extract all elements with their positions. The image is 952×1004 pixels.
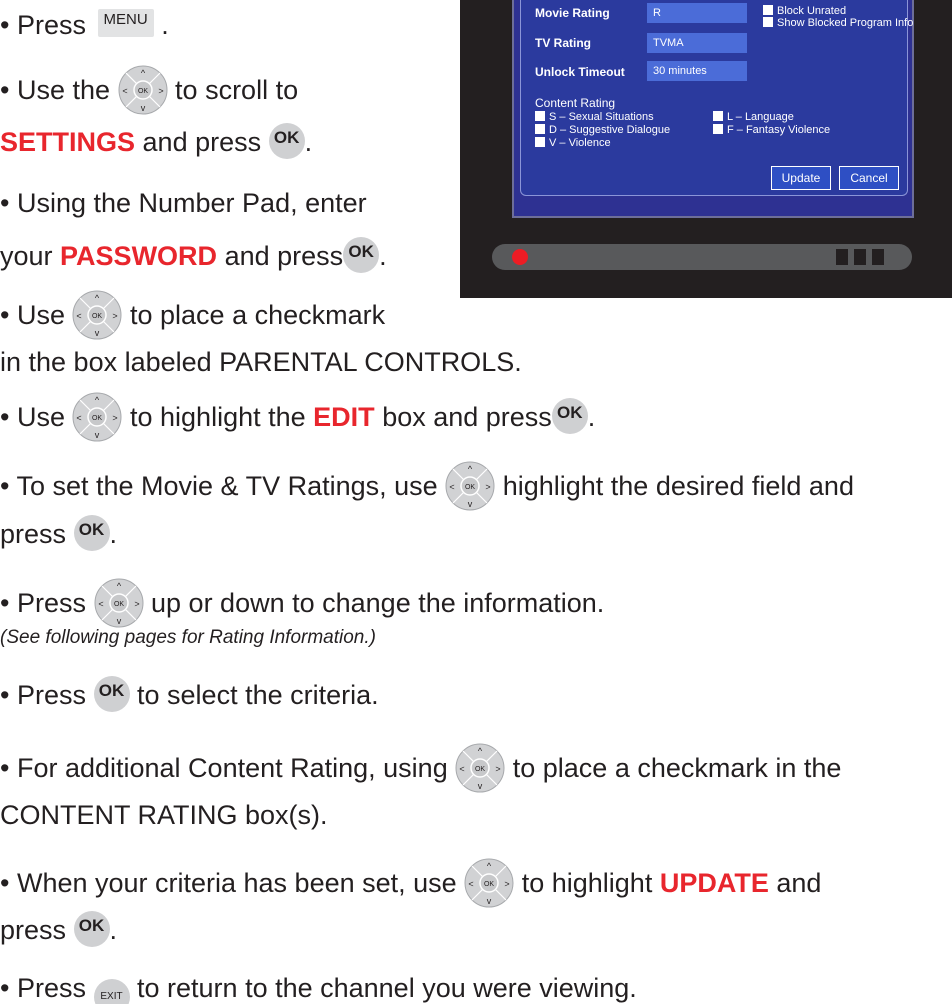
- svg-text:OK: OK: [92, 313, 102, 320]
- checkbox-icon: [535, 124, 545, 134]
- cancel-button[interactable]: Cancel: [839, 166, 899, 190]
- svg-text:OK: OK: [113, 601, 123, 608]
- svg-text:v: v: [95, 328, 100, 338]
- content-d-checkbox[interactable]: D – Suggestive Dialogue: [535, 124, 670, 136]
- svg-text:OK: OK: [137, 88, 147, 95]
- svg-text:>: >: [113, 311, 118, 321]
- svg-text:<: <: [77, 311, 82, 321]
- svg-text:v: v: [468, 499, 473, 509]
- step-password: your PASSWORD and press OK.: [0, 234, 387, 276]
- unlock-timeout-label: Unlock Timeout: [535, 65, 625, 79]
- tv-button-icon: [872, 249, 884, 265]
- step-update: • When your criteria has been set, use O…: [0, 858, 821, 908]
- show-blocked-info-checkbox[interactable]: Show Blocked Program Info: [763, 17, 913, 29]
- tv-rating-label: TV Rating: [535, 36, 591, 50]
- ok-button-icon: OK: [551, 398, 588, 435]
- svg-text:<: <: [98, 599, 103, 609]
- ok-button-icon: OK: [73, 515, 110, 551]
- menu-button-icon: MENU: [97, 9, 154, 37]
- tv-rating-field[interactable]: TVMA: [647, 33, 747, 53]
- step-press-menu: • Press MENU .: [0, 9, 169, 40]
- dpad-icon: OK ^ v < >: [455, 743, 505, 793]
- step-checkmark: • Use OK ^ v < > to place a checkmark: [0, 290, 385, 340]
- tv-screen: Movie Rating R TV Rating TVMA Unlock Tim…: [512, 0, 914, 218]
- dpad-icon: OK ^ v < >: [118, 65, 168, 115]
- checkbox-icon: [713, 111, 723, 121]
- tv-button-icon: [836, 249, 848, 265]
- svg-text:OK: OK: [484, 881, 494, 888]
- step-edit: • Use OK ^ v < > to highlight the EDIT b…: [0, 392, 595, 442]
- svg-text:<: <: [77, 413, 82, 423]
- checkbox-icon: [535, 111, 545, 121]
- svg-text:>: >: [113, 413, 118, 423]
- svg-text:>: >: [486, 482, 491, 492]
- step-parental-controls: in the box labeled PARENTAL CONTROLS.: [0, 346, 522, 377]
- movie-rating-label: Movie Rating: [535, 6, 610, 20]
- ok-button-icon: OK: [268, 123, 305, 159]
- svg-text:>: >: [134, 599, 139, 609]
- checkbox-icon: [535, 137, 545, 147]
- power-light-icon: [512, 249, 528, 265]
- unlock-timeout-field[interactable]: 30 minutes: [647, 61, 747, 81]
- content-rating-title: Content Rating: [535, 96, 616, 110]
- dpad-icon: OK ^ v < >: [72, 290, 122, 340]
- checkbox-icon: [713, 124, 723, 134]
- content-v-checkbox[interactable]: V – Violence: [535, 137, 611, 149]
- step-content-rating-box: CONTENT RATING box(s).: [0, 799, 328, 830]
- update-button[interactable]: Update: [771, 166, 831, 190]
- movie-rating-field[interactable]: R: [647, 3, 747, 23]
- ok-button-icon: OK: [73, 911, 110, 947]
- tv-control-bar: [492, 244, 912, 270]
- svg-text:OK: OK: [475, 766, 485, 773]
- step-update-ok: press OK.: [0, 908, 117, 950]
- tv-button-icon: [854, 249, 866, 265]
- content-l-checkbox[interactable]: L – Language: [713, 111, 794, 123]
- dpad-icon: OK ^ v < >: [464, 858, 514, 908]
- step-settings-ok: SETTINGS and press OK.: [0, 120, 312, 162]
- step-number-pad: • Using the Number Pad, enter: [0, 187, 367, 218]
- dpad-icon: OK ^ v < >: [72, 392, 122, 442]
- block-unrated-checkbox[interactable]: Block Unrated: [763, 5, 846, 17]
- svg-text:<: <: [122, 86, 127, 96]
- ok-button-icon: OK: [93, 676, 130, 712]
- dpad-icon: OK ^ v < >: [445, 461, 495, 511]
- svg-text:>: >: [496, 764, 501, 774]
- parental-controls-panel: Movie Rating R TV Rating TVMA Unlock Tim…: [520, 0, 913, 196]
- svg-text:OK: OK: [465, 484, 475, 491]
- step-ratings-ok: press OK.: [0, 512, 117, 554]
- svg-text:v: v: [478, 781, 483, 791]
- exit-button-icon: EXIT: [93, 979, 130, 1004]
- content-f-checkbox[interactable]: F – Fantasy Violence: [713, 124, 830, 136]
- step-scroll-settings: • Use the OK ^ v < > to scroll to: [0, 65, 298, 115]
- content-s-checkbox[interactable]: S – Sexual Situations: [535, 111, 654, 123]
- ok-button-icon: OK: [343, 237, 380, 273]
- svg-text:>: >: [505, 879, 510, 889]
- svg-text:<: <: [460, 764, 465, 774]
- step-select-criteria: • Press OK to select the criteria.: [0, 673, 379, 715]
- svg-text:v: v: [487, 896, 492, 906]
- checkbox-icon: [763, 5, 773, 15]
- svg-text:<: <: [450, 482, 455, 492]
- tv-illustration: Movie Rating R TV Rating TVMA Unlock Tim…: [460, 0, 952, 298]
- svg-text:v: v: [140, 103, 145, 113]
- svg-text:v: v: [95, 430, 100, 440]
- step-exit: • Press EXIT to return to the channel yo…: [0, 966, 637, 1004]
- svg-text:OK: OK: [92, 415, 102, 422]
- step-ratings: • To set the Movie & TV Ratings, use OK …: [0, 461, 854, 511]
- svg-text:>: >: [158, 86, 163, 96]
- checkbox-icon: [763, 17, 773, 27]
- step-content-rating: • For additional Content Rating, using O…: [0, 743, 841, 793]
- rating-info-note: (See following pages for Rating Informat…: [0, 627, 376, 648]
- svg-text:<: <: [469, 879, 474, 889]
